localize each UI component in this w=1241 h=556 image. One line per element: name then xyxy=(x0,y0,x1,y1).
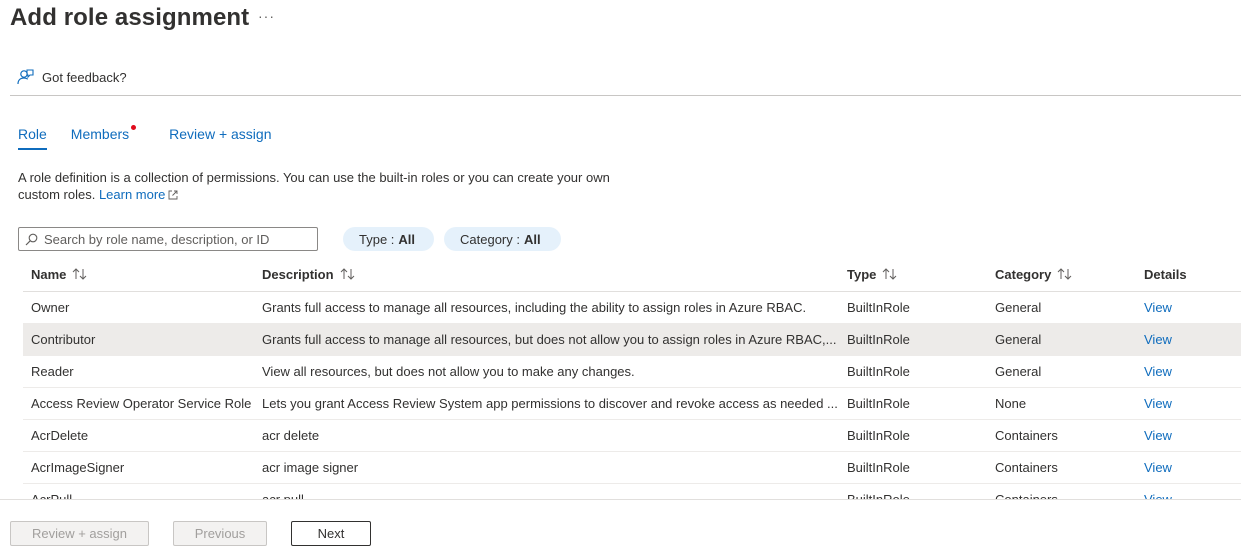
column-header-category-label: Category xyxy=(995,267,1052,282)
column-header-description-label: Description xyxy=(262,267,334,282)
view-details-link[interactable]: View xyxy=(1144,396,1224,411)
column-header-description[interactable]: Description xyxy=(262,267,847,282)
role-type: BuiltInRole xyxy=(847,396,910,411)
role-name: Contributor xyxy=(31,332,96,347)
sort-icon xyxy=(1058,268,1072,280)
column-header-name[interactable]: Name xyxy=(23,267,262,282)
view-details-link[interactable]: View xyxy=(1144,428,1224,443)
view-details-link[interactable]: View xyxy=(1144,364,1224,379)
tab-role[interactable]: Role xyxy=(18,126,47,150)
type-filter-label: Type : xyxy=(359,231,395,247)
table-body[interactable]: Owner Grants full access to manage all r… xyxy=(23,292,1241,501)
sort-icon xyxy=(883,268,897,280)
feedback-icon xyxy=(17,69,34,85)
role-type: BuiltInRole xyxy=(847,428,910,443)
role-name: Owner xyxy=(31,300,70,315)
sort-icon xyxy=(73,268,87,280)
role-category: Containers xyxy=(995,428,1058,443)
column-header-details: Details xyxy=(1144,267,1187,282)
role-name: Access Review Operator Service Role xyxy=(31,396,252,411)
table-header-row: Name Description Type Category Details xyxy=(23,258,1241,292)
table-row[interactable]: AcrDelete acr delete BuiltInRole Contain… xyxy=(23,420,1241,452)
role-description: Lets you grant Access Review System app … xyxy=(262,396,838,411)
table-row[interactable]: Owner Grants full access to manage all r… xyxy=(23,292,1241,324)
review-assign-button[interactable]: Review + assign xyxy=(10,521,149,546)
role-type: BuiltInRole xyxy=(847,364,910,379)
role-description: acr delete xyxy=(262,428,320,443)
role-type: BuiltInRole xyxy=(847,332,910,347)
role-name: AcrImageSigner xyxy=(31,460,125,475)
role-category: General xyxy=(995,300,1042,315)
role-description: View all resources, but does not allow y… xyxy=(262,364,635,379)
tab-members[interactable]: Members xyxy=(70,125,137,150)
role-category: Containers xyxy=(995,460,1058,475)
column-header-type-label: Type xyxy=(847,267,877,282)
column-header-name-label: Name xyxy=(31,267,67,282)
sort-icon xyxy=(340,268,354,280)
tab-review-assign[interactable]: Review + assign xyxy=(169,126,271,150)
view-details-link[interactable]: View xyxy=(1144,300,1224,315)
role-search-input[interactable] xyxy=(44,231,304,247)
header-divider xyxy=(10,95,1241,96)
more-options-button[interactable]: ··· xyxy=(258,8,275,24)
next-button[interactable]: Next xyxy=(291,521,371,546)
role-name: Reader xyxy=(31,364,74,379)
tab-members-label: Members xyxy=(70,126,130,142)
learn-more-link[interactable]: Learn more xyxy=(99,187,178,202)
role-type: BuiltInRole xyxy=(847,300,910,315)
learn-more-label: Learn more xyxy=(98,187,166,202)
view-details-link[interactable]: View xyxy=(1144,460,1224,475)
category-filter-value: All xyxy=(523,231,541,247)
role-description: acr image signer xyxy=(262,460,359,475)
roles-table: Name Description Type Category Details O… xyxy=(23,258,1241,501)
role-search-box[interactable] xyxy=(18,227,318,251)
footer-bar: Review + assign Previous Next xyxy=(0,499,1241,556)
external-link-icon xyxy=(168,190,178,200)
search-icon xyxy=(25,233,38,245)
required-indicator-dot xyxy=(131,125,137,130)
column-header-category[interactable]: Category xyxy=(995,267,1144,282)
role-description: Grants full access to manage all resourc… xyxy=(262,300,807,315)
role-name: AcrDelete xyxy=(31,428,89,443)
table-row[interactable]: Reader View all resources, but does not … xyxy=(23,356,1241,388)
role-category: General xyxy=(995,332,1042,347)
tab-bar: Role Members Review + assign xyxy=(18,125,295,150)
role-category: None xyxy=(995,396,1027,411)
table-row[interactable]: Access Review Operator Service Role Lets… xyxy=(23,388,1241,420)
page-title: Add role assignment xyxy=(10,4,250,31)
role-category: General xyxy=(995,364,1042,379)
role-type: BuiltInRole xyxy=(847,460,910,475)
type-filter-value: All xyxy=(398,231,416,247)
intro-text: A role definition is a collection of per… xyxy=(18,169,618,203)
category-filter-pill[interactable]: Category : All xyxy=(444,227,561,251)
table-row[interactable]: Contributor Grants full access to manage… xyxy=(23,324,1241,356)
previous-button[interactable]: Previous xyxy=(173,521,267,546)
feedback-label: Got feedback? xyxy=(42,69,127,85)
type-filter-pill[interactable]: Type : All xyxy=(343,227,434,251)
category-filter-label: Category : xyxy=(460,231,520,247)
table-row[interactable]: AcrImageSigner acr image signer BuiltInR… xyxy=(23,452,1241,484)
feedback-link[interactable]: Got feedback? xyxy=(16,68,127,86)
column-header-type[interactable]: Type xyxy=(847,267,995,282)
view-details-link[interactable]: View xyxy=(1144,332,1224,347)
role-description: Grants full access to manage all resourc… xyxy=(262,332,837,347)
